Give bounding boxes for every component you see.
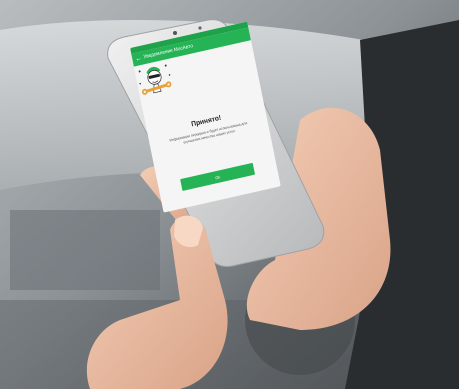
blurred-car-panel <box>10 210 160 290</box>
phone-camera <box>198 26 202 30</box>
ok-button[interactable]: Ok <box>180 162 256 191</box>
mechanic-mascot-with-wrench-icon <box>138 64 172 95</box>
phone-speaker-dot <box>173 31 177 35</box>
photo-scene: ← Уведомление МосАвто Принято! Информаци… <box>0 0 459 389</box>
